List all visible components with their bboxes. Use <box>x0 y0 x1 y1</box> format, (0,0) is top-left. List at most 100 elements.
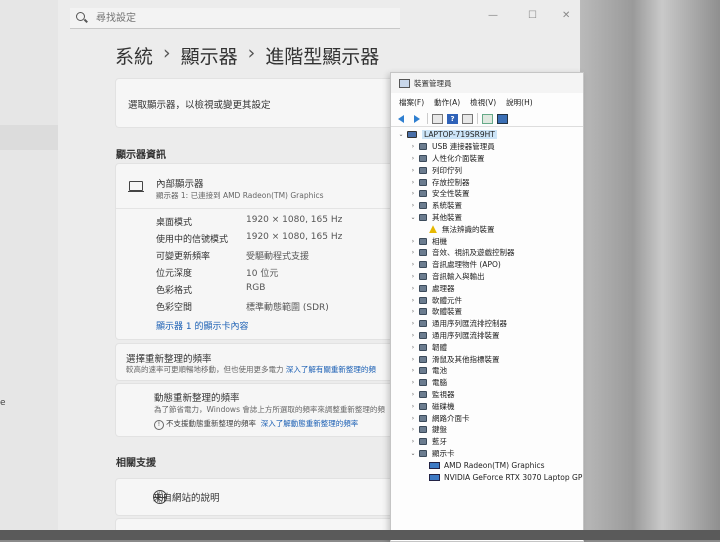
tree-category[interactable]: › 電池 <box>409 365 447 377</box>
chevron-right-icon[interactable]: › <box>409 167 417 174</box>
divider <box>116 208 416 209</box>
chevron-right-icon[interactable]: › <box>409 391 417 398</box>
chevron-down-icon[interactable]: ⌄ <box>397 131 405 138</box>
maximize-button[interactable]: ☐ <box>528 10 537 21</box>
tree-node-label: 其他裝置 <box>432 212 462 222</box>
chevron-right-icon[interactable]: › <box>409 190 417 197</box>
tree-category[interactable]: › 藍牙 <box>409 436 447 448</box>
tree-category[interactable]: › 電腦 <box>409 377 447 389</box>
display-adapter-icon <box>429 461 440 469</box>
chevron-right-icon[interactable]: › <box>409 426 417 433</box>
search-box[interactable] <box>70 8 400 29</box>
nav-selected-item[interactable] <box>0 125 58 150</box>
select-display-card[interactable]: 選取顯示器，以檢視或變更其設定 <box>115 78 417 128</box>
chevron-down-icon[interactable]: ⌄ <box>409 214 417 221</box>
tree-category[interactable]: › 通用序列匯流排裝置 <box>409 330 500 342</box>
tree-category[interactable]: › 處理器 <box>409 282 455 294</box>
computer-icon <box>407 131 417 139</box>
chevron-right-icon[interactable]: › <box>409 367 417 374</box>
tree-category[interactable]: › 相機 <box>409 235 447 247</box>
tree-node-label: 鍵盤 <box>432 425 447 435</box>
tree-node-label: 相機 <box>432 236 447 246</box>
tree-category[interactable]: ⌄ 顯示卡 <box>409 448 454 460</box>
tree-category[interactable]: › 磁碟機 <box>409 400 455 412</box>
breadcrumb-system[interactable]: 系統 <box>115 42 153 69</box>
tree-category[interactable]: › 列印佇列 <box>409 164 462 176</box>
tree-root[interactable]: ⌄ LAPTOP-719SR9HT <box>397 129 497 141</box>
chevron-right-icon[interactable]: › <box>409 356 417 363</box>
tree-category[interactable]: › 人性化介面裝置 <box>409 153 485 165</box>
back-arrow-icon[interactable] <box>397 114 408 124</box>
chevron-right-icon[interactable]: › <box>409 332 417 339</box>
forward-arrow-icon[interactable] <box>412 114 423 124</box>
tree-node-label: 通用序列匯流排裝置 <box>432 330 500 340</box>
menu-help[interactable]: 說明(H) <box>506 97 533 108</box>
dynamic-refresh-card[interactable]: 動態重新整理的頻率 為了節省電力，Windows 會誌上方所選取的頻率來調整重新… <box>115 383 417 437</box>
tree-node-label: USB 連接器管理員 <box>432 142 495 152</box>
chevron-right-icon[interactable]: › <box>409 238 417 245</box>
chevron-right-icon[interactable]: › <box>409 344 417 351</box>
tree-category[interactable]: › 音效、視訊及遊戲控制器 <box>409 247 515 259</box>
help-from-web-card[interactable]: 來自網站的說明 <box>115 478 417 516</box>
dynamic-refresh-learn-more-link[interactable]: 深入了解動態重新整理的頻率 <box>261 419 359 428</box>
adapter-properties-link[interactable]: 顯示器 1 的顯示卡內容 <box>156 319 248 332</box>
chevron-right-icon[interactable]: › <box>409 155 417 162</box>
tree-category[interactable]: › 安全性裝置 <box>409 188 470 200</box>
menu-bar: 檔案(F) 動作(A) 檢視(V) 說明(H) <box>391 95 583 110</box>
tree-device[interactable]: AMD Radeon(TM) Graphics <box>429 459 545 471</box>
tree-device[interactable]: NVIDIA GeForce RTX 3070 Laptop GPU <box>429 471 583 483</box>
properties-icon[interactable] <box>432 113 443 124</box>
menu-action[interactable]: 動作(A) <box>434 97 460 108</box>
tree-category[interactable]: › 滑鼠及其他指標裝置 <box>409 353 500 365</box>
tree-category[interactable]: › 韌體 <box>409 341 447 353</box>
refresh-learn-more-link[interactable]: 深入了解有關重新整理的頻 <box>286 365 376 374</box>
tree-category[interactable]: › 音訊輸入與輸出 <box>409 271 485 283</box>
chevron-right-icon[interactable]: › <box>409 403 417 410</box>
tree-category[interactable]: › 音訊處理物件 (APO) <box>409 259 501 271</box>
chevron-right-icon[interactable]: › <box>409 285 417 292</box>
chevron-right-icon[interactable]: › <box>409 143 417 150</box>
refresh-rate-card[interactable]: 選擇重新整理的頻率 較高的速率可更順暢地移動，但也使用更多電力 深入了解有關重新… <box>115 343 417 381</box>
chevron-right-icon[interactable]: › <box>409 273 417 280</box>
chevron-right-icon[interactable]: › <box>409 438 417 445</box>
breadcrumb-display[interactable]: 顯示器 <box>181 42 238 69</box>
tree-category[interactable]: › 存放控制器 <box>409 176 470 188</box>
tree-category[interactable]: › 通用序列匯流排控制器 <box>409 318 507 330</box>
related-support-heading: 相關支援 <box>116 458 156 469</box>
chevron-right-icon[interactable]: › <box>409 202 417 209</box>
driver-details-icon[interactable] <box>462 113 473 124</box>
nav-item-fragment[interactable]: e <box>0 398 6 408</box>
chevron-right-icon[interactable]: › <box>409 179 417 186</box>
scan-hardware-icon[interactable] <box>482 113 493 124</box>
chevron-right-icon[interactable]: › <box>409 320 417 327</box>
tree-category[interactable]: › USB 連接器管理員 <box>409 141 495 153</box>
tree-category[interactable]: › 監視器 <box>409 389 455 401</box>
menu-view[interactable]: 檢視(V) <box>470 97 496 108</box>
tree-category[interactable]: › 軟體元件 <box>409 294 462 306</box>
chevron-right-icon[interactable]: › <box>409 297 417 304</box>
chevron-right-icon[interactable]: › <box>409 415 417 422</box>
close-button[interactable]: ✕ <box>562 10 570 21</box>
monitor-icon[interactable] <box>497 113 508 124</box>
tree-category[interactable]: › 軟體裝置 <box>409 306 462 318</box>
chevron-down-icon[interactable]: ⌄ <box>409 450 417 457</box>
info-value: 1920 × 1080, 165 Hz <box>246 232 343 242</box>
tree-category[interactable]: › 網路介面卡 <box>409 412 470 424</box>
tree-category[interactable]: › 鍵盤 <box>409 424 447 436</box>
chevron-right-icon[interactable]: › <box>409 308 417 315</box>
tree-category[interactable]: ⌄ 其他裝置 <box>409 212 462 224</box>
device-manager-titlebar[interactable]: 裝置管理員 <box>391 73 583 93</box>
tree-category[interactable]: › 系統裝置 <box>409 200 462 212</box>
chevron-right-icon[interactable]: › <box>409 249 417 256</box>
chevron-right-icon: › <box>163 42 171 64</box>
menu-file[interactable]: 檔案(F) <box>399 97 424 108</box>
tree-node-label: 藍牙 <box>432 437 447 447</box>
chevron-right-icon[interactable]: › <box>409 261 417 268</box>
chevron-right-icon[interactable]: › <box>409 379 417 386</box>
minimize-button[interactable]: — <box>488 10 498 21</box>
search-input[interactable] <box>94 11 378 25</box>
tree-device[interactable]: 無法辨識的裝置 <box>429 223 495 235</box>
tree-node-label: 安全性裝置 <box>432 189 470 199</box>
help-icon[interactable]: ? <box>447 113 458 124</box>
tree-node-label: 系統裝置 <box>432 201 462 211</box>
